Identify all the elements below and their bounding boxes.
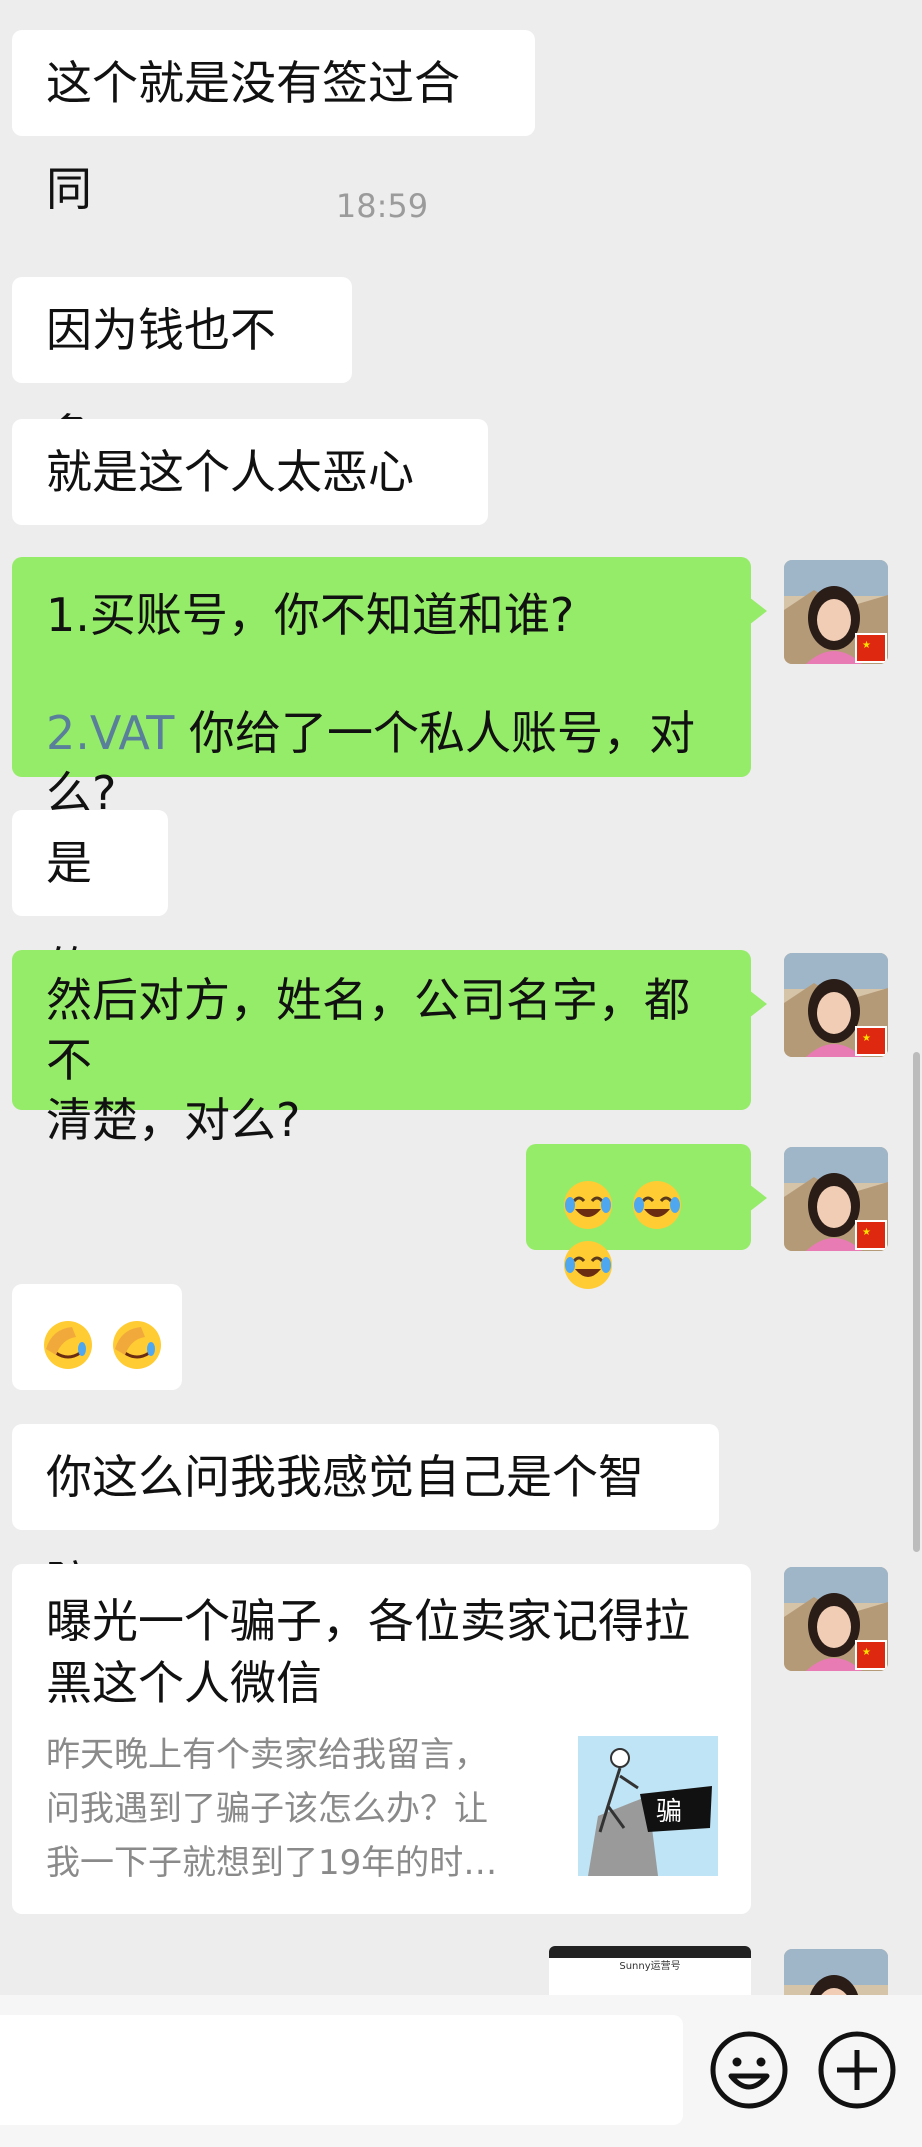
image-status-bar	[549, 1946, 751, 1958]
svg-text:★: ★	[862, 640, 871, 651]
svg-text:★: ★	[862, 1227, 871, 1238]
message-bubble[interactable]: 你这么问我我感觉自己是个智障	[12, 1424, 719, 1610]
avatar[interactable]: ★	[784, 560, 888, 664]
svg-text:★: ★	[862, 1033, 871, 1044]
message-input[interactable]	[0, 2015, 683, 2125]
smiley-icon[interactable]	[707, 2028, 791, 2112]
thumbnail-text: 骗	[656, 1797, 682, 1827]
message-bubble[interactable]: 是的	[12, 810, 168, 996]
card-description-line3: 我一下子就想到了19年的时…	[46, 1843, 498, 1883]
message-bubble-self[interactable]: 然后对方，姓名，公司名字，都不 清楚，对么?	[12, 950, 767, 1147]
plus-icon[interactable]	[815, 2028, 899, 2112]
avatar[interactable]: ★	[784, 1147, 888, 1251]
message-bubble[interactable]: 这个就是没有签过合同	[12, 30, 535, 216]
message-text: 1.买账号，你不知道和谁?	[46, 588, 575, 642]
message-bubble-self[interactable]	[526, 1144, 767, 1289]
card-description-line2: 问我遇到了骗子该怎么办？让	[46, 1789, 488, 1829]
card-title-line1: 曝光一个骗子，各位卖家记得拉	[46, 1594, 690, 1648]
image-header: Sunny运营号	[619, 1961, 681, 1972]
card-description-line1: 昨天晚上有个卖家给我留言，	[46, 1735, 488, 1775]
tears-of-joy-icon	[562, 1179, 614, 1231]
facepalm-icon	[42, 1319, 94, 1371]
tears-of-joy-icon	[631, 1179, 683, 1231]
card-title-line2: 黑这个人微信	[46, 1656, 322, 1710]
avatar[interactable]	[784, 1949, 888, 1995]
message-bubble[interactable]	[12, 1284, 182, 1390]
image-message[interactable]: Sunny运营号	[549, 1946, 751, 1995]
card-thumbnail: 骗	[578, 1736, 718, 1876]
avatar[interactable]: ★	[784, 953, 888, 1057]
input-bar	[0, 1995, 922, 2147]
message-bubble[interactable]: 因为钱也不多	[12, 277, 352, 463]
scrollbar[interactable]	[913, 1052, 920, 1552]
vat-text: 2.VAT	[46, 706, 175, 760]
message-text: 清楚，对么?	[46, 1093, 301, 1147]
facepalm-icon	[111, 1319, 163, 1371]
svg-text:★: ★	[862, 1647, 871, 1658]
timestamp: 18:59	[335, 187, 429, 225]
tears-of-joy-icon	[562, 1239, 614, 1291]
message-bubble[interactable]: 就是这个人太恶心了	[12, 419, 488, 605]
message-text: 然后对方，姓名，公司名字，都不	[46, 973, 690, 1087]
link-card[interactable]: 曝光一个骗子，各位卖家记得拉 黑这个人微信 昨天晚上有个卖家给我留言， 问我遇到…	[12, 1564, 751, 1914]
message-text-line2: 2.VAT 你给了一个私人账号，对么?	[46, 703, 717, 823]
message-bubble-self[interactable]: 1.买账号，你不知道和谁? 2.VAT 你给了一个私人账号，对么?	[12, 557, 767, 820]
chat-area[interactable]: 这个就是没有签过合同 18:59 因为钱也不多 就是这个人太恶心了 1.买账号，…	[0, 0, 922, 1995]
avatar[interactable]: ★	[784, 1567, 888, 1671]
